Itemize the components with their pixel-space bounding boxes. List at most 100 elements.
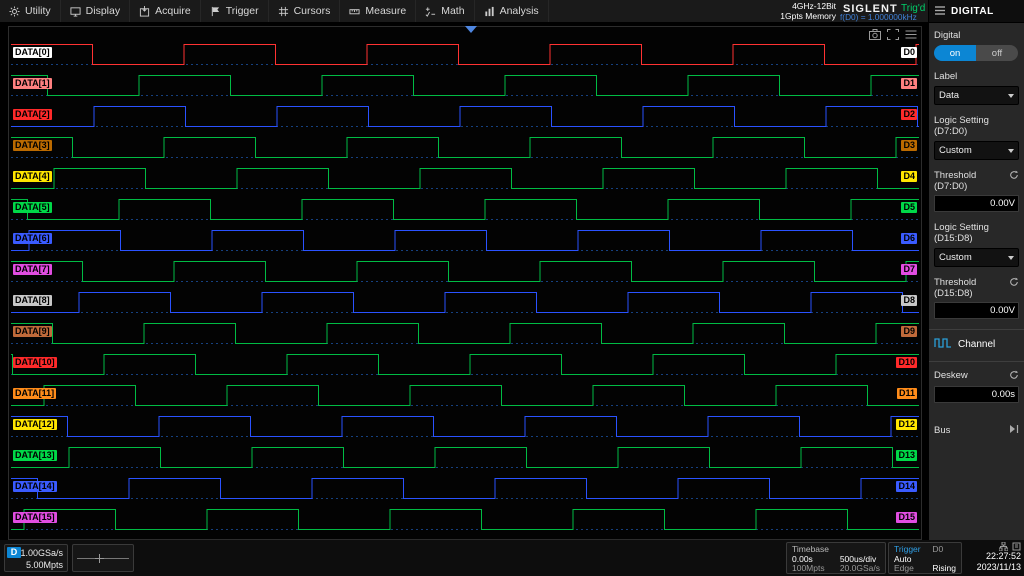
acquisition-readout: 1.00GSa/s 5.00Mpts [20,547,63,571]
channel-label-d1[interactable]: DATA[1] [13,78,52,89]
channel-row-d9: DATA[9] D9 [11,318,919,349]
logic-setting-2-text: Logic Setting [934,222,989,233]
camera-icon[interactable] [869,29,881,40]
digital-sample-rate: 1.00GSa/s [20,547,63,559]
channel-indicator-d14[interactable]: D14 [896,481,917,492]
channel-indicator-d15[interactable]: D15 [896,512,917,523]
menu-item-acquire[interactable]: Acquire [130,0,201,22]
trigger-position-marker[interactable] [465,26,477,33]
channel-indicator-d3[interactable]: D3 [901,140,917,151]
channel-indicator-d2[interactable]: D2 [901,109,917,120]
menu-item-label: Cursors [294,5,331,17]
threshold-2-value[interactable]: 0.00V [934,302,1019,319]
digital-off-button[interactable]: off [976,45,1018,61]
clock: 22:27:52 2023/11/13 [961,542,1021,572]
channel-label-d3[interactable]: DATA[3] [13,140,52,151]
channel-label-d2[interactable]: DATA[2] [13,109,52,120]
menu-item-label: Display [86,5,120,17]
channel-label-d5[interactable]: DATA[5] [13,202,52,213]
digital-label: Digital [934,30,1019,41]
menu-item-math[interactable]: Math [416,0,474,22]
channel-indicator-d5[interactable]: D5 [901,202,917,213]
menu-item-label: Utility [25,5,51,17]
threshold-1-row: Threshold (D7:D0) [934,170,1019,192]
divider [929,361,1024,362]
logic-setting-1-dropdown[interactable]: Custom [934,141,1019,160]
label-label: Label [934,71,1019,82]
panel-header: DIGITAL [929,0,1024,23]
channel-indicator-d10[interactable]: D10 [896,357,917,368]
clock-icons [961,542,1021,551]
menu-item-display[interactable]: Display [61,0,130,22]
waveform-display[interactable]: DATA[0] D0 DATA[1] D1 DATA[2] D2 DATA[3] D3 DATA… [8,26,922,540]
reset-icon[interactable] [1009,170,1019,183]
usb-icon[interactable] [1012,542,1021,551]
channel-row-d5: DATA[5] D5 [11,194,919,225]
channels-icon[interactable] [905,29,917,40]
logic-setting-1-label: Logic Setting (D7:D0) [934,115,1019,137]
reset-icon[interactable] [1009,370,1019,383]
chevron-down-icon [1008,149,1014,153]
menu-item-cursors[interactable]: Cursors [269,0,341,22]
channel-indicator-d0[interactable]: D0 [901,47,917,58]
channel-indicator-d6[interactable]: D6 [901,233,917,244]
digital-trace-d12 [11,411,919,442]
channel-indicator-d1[interactable]: D1 [901,78,917,89]
spec-memory: 1Gpts Memory [770,11,836,21]
channel-label-d9[interactable]: DATA[9] [13,326,52,337]
channel-label-d8[interactable]: DATA[8] [13,295,52,306]
channel-label-d0[interactable]: DATA[0] [13,47,52,58]
channel-label-d14[interactable]: DATA[14] [13,481,57,492]
channel-indicator-d4[interactable]: D4 [901,171,917,182]
menu-item-analysis[interactable]: Analysis [475,0,549,22]
logic-setting-2-label: Logic Setting (D15:D8) [934,222,1019,244]
channel-indicator-d11[interactable]: D11 [897,388,917,399]
deskew-label: Deskew [934,370,968,381]
channel-label-d12[interactable]: DATA[12] [13,419,57,430]
status-bar: D 1.00GSa/s 5.00Mpts Timebase 0.00s 500u… [0,540,1024,576]
network-icon[interactable] [999,542,1008,551]
channel-indicator-d7[interactable]: D7 [901,264,917,275]
channel-label-d15[interactable]: DATA[15] [13,512,57,523]
channel-indicator-d8[interactable]: D8 [901,295,917,306]
reset-icon[interactable] [1009,277,1019,290]
threshold-1-range: (D7:D0) [934,181,976,192]
channel-label-d4[interactable]: DATA[4] [13,171,52,182]
digital-settings-panel: DIGITAL Digital on off Label Data Logic … [928,0,1024,540]
menu-item-utility[interactable]: Utility [0,0,61,22]
acquire-icon [139,6,150,17]
menu-item-label: Analysis [500,5,539,17]
trigger-type: Edge [894,564,926,574]
frequency-readout: f(D0) = 1.000000kHz [840,12,917,22]
channel-indicator-d9[interactable]: D9 [901,326,917,337]
channel-label-d10[interactable]: DATA[10] [13,357,57,368]
label-dropdown[interactable]: Data [934,86,1019,105]
trigger-info-box[interactable]: Trigger D0 Auto Edge Rising [888,542,962,574]
fullscreen-icon[interactable] [887,29,899,40]
acquisition-info-box[interactable]: D 1.00GSa/s 5.00Mpts [4,544,68,572]
channel-label-d13[interactable]: DATA[13] [13,450,57,461]
digital-on-button[interactable]: on [934,45,976,61]
menu-item-label: Trigger [226,5,259,17]
channel-label-d11[interactable]: DATA[11] [13,388,56,399]
digital-channel-badge[interactable]: D [7,547,21,558]
panel-menu-icon[interactable] [935,2,945,20]
deskew-row: Deskew [934,370,1019,383]
menu-item-measure[interactable]: Measure [340,0,416,22]
channel-label-d6[interactable]: DATA[6] [13,233,52,244]
waveform-preview-box[interactable] [72,544,134,572]
channel-indicator-d13[interactable]: D13 [896,450,917,461]
menu-item-trigger[interactable]: Trigger [201,0,269,22]
channel-row-d13: DATA[13] D13 [11,442,919,473]
menu-item-label: Math [441,5,464,17]
threshold-2-row: Threshold (D15:D8) [934,277,1019,299]
bus-menu-item[interactable]: Bus [934,425,1019,436]
timebase-info-box[interactable]: Timebase 0.00s 500us/div 100Mpts 20.0GSa… [786,542,886,574]
threshold-1-value[interactable]: 0.00V [934,195,1019,212]
channel-menu-item[interactable]: Channel [934,338,1019,351]
deskew-value[interactable]: 0.00s [934,386,1019,403]
channel-label-d7[interactable]: DATA[7] [13,264,52,275]
channel-indicator-d12[interactable]: D12 [896,419,917,430]
channel-row-d8: DATA[8] D8 [11,287,919,318]
logic-setting-2-dropdown[interactable]: Custom [934,248,1019,267]
